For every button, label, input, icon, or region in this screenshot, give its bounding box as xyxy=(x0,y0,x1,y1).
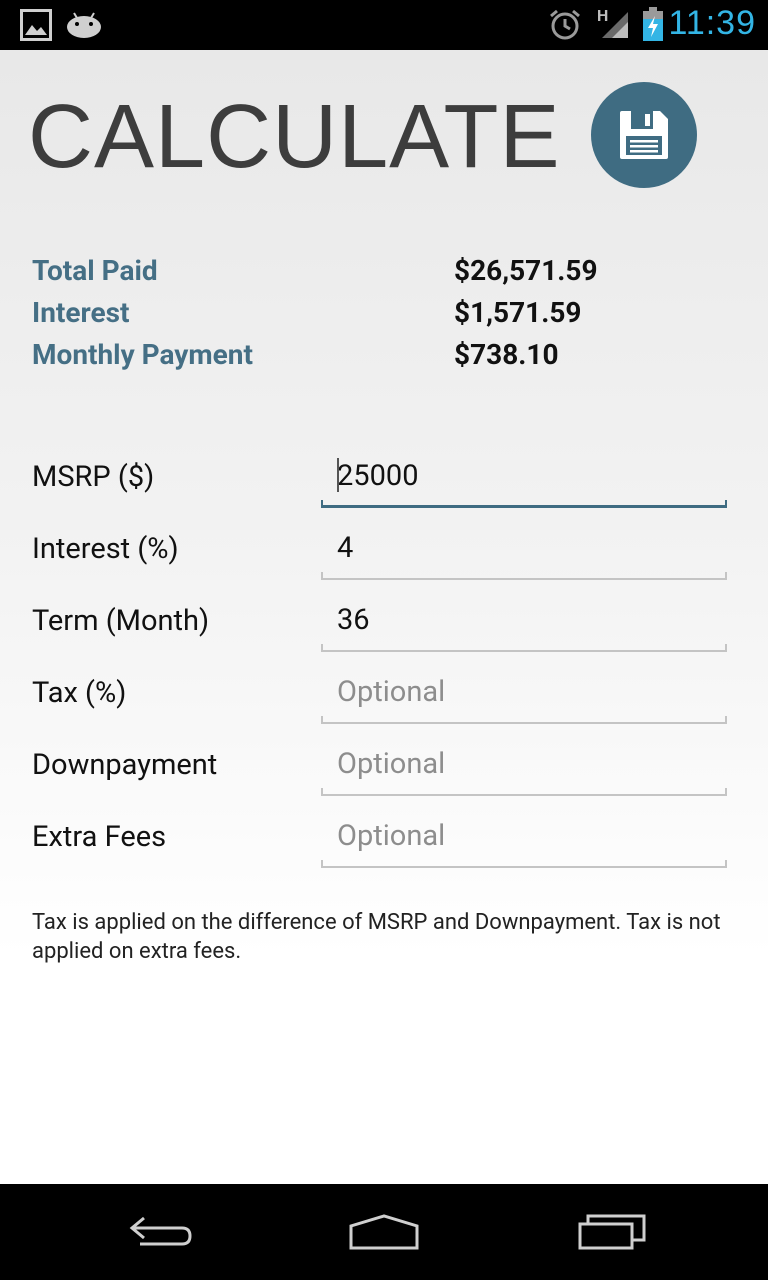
back-button[interactable] xyxy=(120,1210,200,1254)
home-button[interactable] xyxy=(344,1210,424,1254)
form-row-term: Term (Month) xyxy=(0,596,768,656)
android-icon xyxy=(67,12,101,38)
tax-note: Tax is applied on the difference of MSRP… xyxy=(32,910,721,964)
interest-label: Interest xyxy=(32,296,130,329)
navigation-bar xyxy=(0,1184,768,1280)
downpayment-label: Downpayment xyxy=(32,748,218,782)
monthly-payment-label: Monthly Payment xyxy=(32,338,253,371)
interest-rate-input[interactable] xyxy=(321,524,727,572)
total-paid-label: Total Paid xyxy=(32,254,158,287)
msrp-label: MSRP ($) xyxy=(32,460,155,494)
signal-icon xyxy=(602,12,628,38)
monthly-payment-value: $738.10 xyxy=(454,338,559,371)
text-caret xyxy=(337,458,339,492)
downpayment-input-underline xyxy=(321,788,727,796)
form-row-msrp: MSRP ($) xyxy=(0,452,768,512)
alarm-icon xyxy=(550,9,580,40)
term-input-underline xyxy=(321,644,727,652)
interest-rate-label: Interest (%) xyxy=(32,532,179,566)
save-button[interactable] xyxy=(591,82,697,188)
msrp-input[interactable] xyxy=(321,452,727,500)
interest-rate-input-underline xyxy=(321,572,727,580)
total-paid-value: $26,571.59 xyxy=(454,254,598,287)
tax-input[interactable] xyxy=(321,668,727,716)
term-label: Term (Month) xyxy=(32,604,210,638)
home-icon xyxy=(349,1214,419,1250)
form-row-interest: Interest (%) xyxy=(0,524,768,584)
tax-input-underline xyxy=(321,716,727,724)
picture-icon xyxy=(20,9,52,41)
interest-value: $1,571.59 xyxy=(454,296,582,329)
status-bar: H 11:39 xyxy=(0,0,768,50)
back-icon xyxy=(129,1216,192,1246)
tax-label: Tax (%) xyxy=(32,676,127,710)
extra-fees-input[interactable] xyxy=(321,812,727,860)
floppy-disk-icon xyxy=(620,111,668,159)
recent-apps-button[interactable] xyxy=(570,1210,650,1254)
extra-fees-label: Extra Fees xyxy=(32,820,167,854)
form-row-tax: Tax (%) xyxy=(0,668,768,728)
downpayment-input[interactable] xyxy=(321,740,727,788)
term-input[interactable] xyxy=(321,596,727,644)
status-clock: 11:39 xyxy=(668,4,756,42)
form-row-extra-fees: Extra Fees xyxy=(0,812,768,872)
form-row-downpayment: Downpayment xyxy=(0,740,768,800)
battery-charging-icon xyxy=(643,7,663,41)
msrp-input-underline xyxy=(321,500,727,508)
recent-apps-icon xyxy=(578,1214,646,1250)
main-content: CALCULATE Total Paid $26,571.59 Interest… xyxy=(0,50,768,1184)
page-title: CALCULATE xyxy=(28,87,561,187)
extra-fees-input-underline xyxy=(321,860,727,868)
